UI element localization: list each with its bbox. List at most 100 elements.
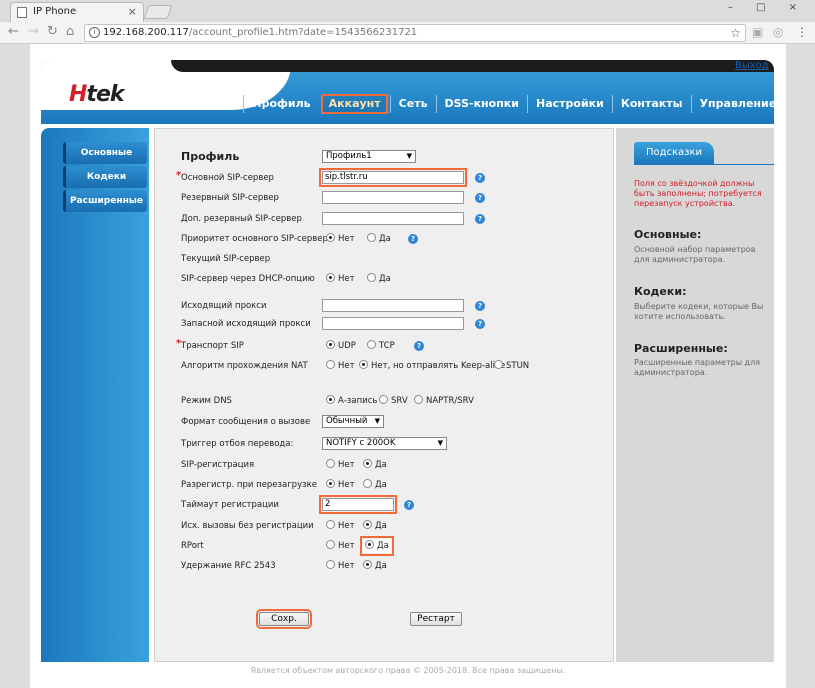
transport-label: Транспорт SIP (181, 341, 244, 351)
logout-link[interactable]: Выход (735, 60, 769, 71)
help-advanced-text: Расширенные параметры для администратора… (634, 358, 761, 377)
priority-no-radio[interactable]: Нет (326, 233, 355, 245)
browser-tab[interactable]: IP Phone × (10, 2, 144, 22)
nav-account[interactable]: Аккаунт (320, 94, 388, 114)
out-calls-yes-radio[interactable]: Да (363, 520, 387, 532)
bookmark-star-icon[interactable]: ☆ (730, 25, 741, 41)
nav-dss-keys[interactable]: DSS-кнопки (435, 95, 527, 113)
nat-keepalive-radio[interactable]: Нет, но отправлять Keep-alive (359, 360, 505, 372)
help-icon[interactable]: ? (408, 234, 418, 244)
info-icon[interactable]: i (89, 27, 100, 38)
unregister-reboot-label: Разрегистр. при перезагрузке (181, 480, 317, 490)
new-tab-button[interactable] (143, 5, 173, 19)
primary-sip-input[interactable]: sip.tlstr.ru (319, 168, 467, 187)
sip-reg-yes-radio[interactable]: Да (363, 459, 387, 471)
dhcp-no-radio[interactable]: Нет (326, 273, 355, 285)
chevron-down-icon: ▼ (374, 417, 380, 425)
rport-label: RPort (181, 541, 204, 551)
backup-sip-label: Резервный SIP-сервер (181, 193, 279, 203)
help-tab: Подсказки (634, 142, 714, 164)
rfc-yes-radio[interactable]: Да (363, 560, 387, 572)
help-icon[interactable]: ? (475, 319, 485, 329)
nav-home[interactable]: Дом (201, 95, 243, 113)
dhcp-sip-label: SIP-сервер через DHCP-опцию (181, 274, 315, 284)
refer-format-label: Формат сообщения о вызове (181, 417, 311, 427)
close-tab-icon[interactable]: × (128, 3, 137, 21)
back-arrow-icon[interactable]: ← (8, 24, 19, 40)
unreg-no-radio[interactable]: Нет (326, 479, 355, 491)
sidebar-item-advanced[interactable]: Расширенные (63, 190, 147, 212)
menu-dots-icon[interactable]: ⋮ (796, 25, 808, 39)
nav-settings[interactable]: Настройки (526, 95, 612, 113)
priority-yes-radio[interactable]: Да (367, 233, 391, 245)
sidebar-item-basic[interactable]: Основные (63, 142, 147, 164)
required-note: Поля со звёздочкой должны быть заполнены… (634, 179, 762, 208)
extra-backup-sip-input[interactable] (322, 212, 464, 225)
transport-udp-radio[interactable]: UDP (326, 340, 356, 352)
rfc-no-radio[interactable]: Нет (326, 560, 355, 572)
nav-profile[interactable]: Профиль (243, 95, 318, 113)
sip-reg-no-radio[interactable]: Нет (326, 459, 355, 471)
dns-srv-radio[interactable]: SRV (379, 395, 408, 407)
out-calls-label: Исх. вызовы без регистрации (181, 521, 314, 531)
dns-a-radio[interactable]: А-запись (326, 395, 377, 407)
nav-contacts[interactable]: Контакты (611, 95, 691, 113)
help-divider (634, 164, 774, 165)
copyright-footer: Является объектом авторского права © 200… (250, 666, 566, 675)
sidebar-item-codecs[interactable]: Кодеки (63, 166, 147, 188)
help-icon[interactable]: ? (475, 214, 485, 224)
help-icon[interactable]: ? (475, 173, 485, 183)
url-path: /account_profile1.htm?date=1543566231721 (188, 27, 418, 38)
account-form: Профиль Профиль1 ▼ * Основной SIP-сервер … (154, 128, 614, 662)
left-sidebar: Основные Кодеки Расширенные (41, 128, 149, 662)
priority-label: Приоритет основного SIP-сервера (181, 234, 334, 244)
reg-timeout-label: Таймаут регистрации (181, 500, 279, 510)
save-button[interactable]: Сохр. (256, 609, 312, 629)
dhcp-yes-radio[interactable]: Да (367, 273, 391, 285)
extension-icon-2[interactable]: ◎ (773, 25, 783, 39)
extra-backup-sip-label: Доп. резервный SIP-сервер (181, 214, 302, 224)
site-container: Htek Дом Профиль Аккаунт Сеть DSS-кнопки… (30, 44, 786, 688)
transfer-trigger-label: Триггер отбоя перевода: (181, 439, 294, 449)
address-bar[interactable]: i 192.168.200.117/account_profile1.htm?d… (84, 24, 746, 42)
page: IP Phone × – □ × ← → ↻ ⌂ i 192.168.200.1… (0, 0, 815, 688)
nat-no-radio[interactable]: Нет (326, 360, 355, 372)
nav-management[interactable]: Управление (690, 95, 774, 113)
outbound-proxy-input[interactable] (322, 299, 464, 312)
backup-sip-input[interactable] (322, 191, 464, 204)
rfc2543-hold-label: Удержание RFC 2543 (181, 561, 276, 571)
transport-tcp-radio[interactable]: TCP (367, 340, 395, 352)
extension-icon[interactable]: ▣ (752, 25, 763, 39)
out-calls-no-radio[interactable]: Нет (326, 520, 355, 532)
rport-yes-radio[interactable]: Да (360, 536, 394, 556)
refer-format-select[interactable]: Обычный ▼ (322, 415, 384, 428)
dns-naptr-radio[interactable]: NAPTR/SRV (414, 395, 474, 407)
help-icon[interactable]: ? (475, 193, 485, 203)
dns-mode-label: Режим DNS (181, 396, 232, 406)
nav-network[interactable]: Сеть (389, 95, 436, 113)
window-controls[interactable]: – □ × (728, 2, 807, 13)
help-codecs-text: Выберите кодеки, которые Вы хотите испол… (634, 302, 764, 321)
backup-outbound-label: Запасной исходящий прокси (181, 319, 311, 329)
help-icon[interactable]: ? (475, 301, 485, 311)
help-icon[interactable]: ? (404, 500, 414, 510)
reg-timeout-input[interactable]: 2 (319, 495, 397, 514)
transfer-trigger-select[interactable]: NOTIFY с 200OK ▼ (322, 437, 447, 450)
forward-arrow-icon[interactable]: → (28, 24, 39, 40)
help-basic-text: Основной набор параметров для администра… (634, 245, 756, 264)
restart-button[interactable]: Рестарт (410, 612, 462, 626)
home-icon[interactable]: ⌂ (66, 24, 74, 40)
help-codecs-title: Кодеки: (634, 285, 687, 298)
header-black-band (171, 60, 774, 72)
htek-logo: Htek (69, 82, 125, 107)
backup-outbound-input[interactable] (322, 317, 464, 330)
unreg-yes-radio[interactable]: Да (363, 479, 387, 491)
nat-stun-radio[interactable]: STUN (494, 360, 529, 372)
reload-icon[interactable]: ↻ (47, 24, 58, 40)
profile-select[interactable]: Профиль1 ▼ (322, 150, 416, 163)
outbound-proxy-label: Исходящий прокси (181, 301, 267, 311)
rport-no-radio[interactable]: Нет (326, 540, 355, 552)
help-icon[interactable]: ? (414, 341, 424, 351)
help-panel: Подсказки Поля со звёздочкой должны быть… (616, 128, 774, 662)
page-icon (17, 7, 27, 18)
